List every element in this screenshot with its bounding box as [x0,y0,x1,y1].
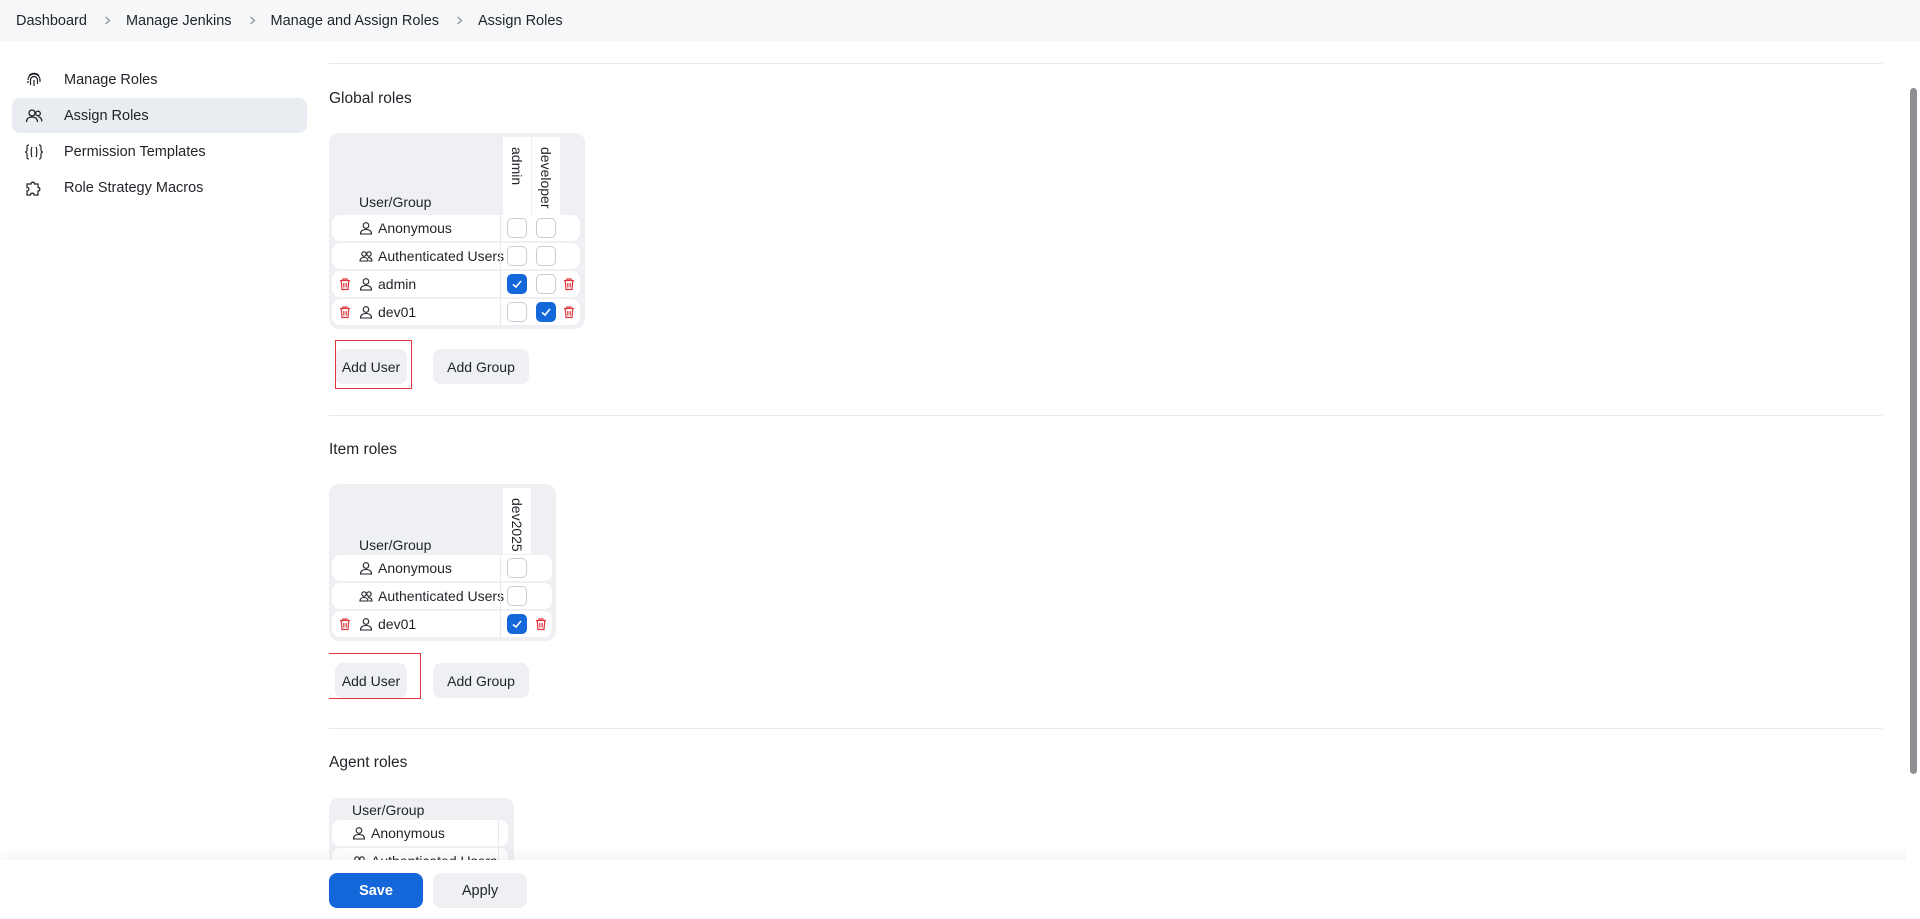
table-row: Anonymous [332,215,580,241]
row-user-name: dev01 [378,616,417,632]
checkbox-authenticated-dev2025[interactable] [507,586,527,606]
row-user-name: admin [378,276,417,292]
highlight-box [329,653,421,699]
user-icon [359,561,373,575]
chevron-right-icon [455,16,464,25]
sidebar-item-label: Role Strategy Macros [64,179,204,196]
puzzle-icon [24,178,44,198]
table-row: Authenticated Users [332,243,580,269]
breadcrumb-dashboard[interactable]: Dashboard [16,13,87,29]
apply-button[interactable]: Apply [433,873,527,908]
table-row: Anonymous [332,820,508,846]
user-icon [359,221,373,235]
global-add-group-button[interactable]: Add Group [433,349,529,384]
sidebar-item-permission-templates[interactable]: Permission Templates [12,134,307,169]
trash-icon[interactable] [562,305,576,319]
checkbox-admin-developer[interactable] [536,274,556,294]
row-user-name: Anonymous [378,220,452,236]
chevron-right-icon [103,16,112,25]
checkbox-dev01-admin[interactable] [507,302,527,322]
row-user-name: dev01 [378,304,417,320]
breadcrumb-manage-jenkins[interactable]: Manage Jenkins [126,13,232,29]
braces-icon [24,142,44,162]
section-title-global-roles: Global roles [329,90,412,107]
sidebar-item-label: Assign Roles [64,107,149,124]
user-icon [359,277,373,291]
sidebar: Manage Roles Assign Roles Permission Tem… [12,62,307,206]
item-add-group-button[interactable]: Add Group [433,663,529,698]
role-header-dev2025: dev2025 [503,488,531,554]
user-icon [352,826,366,840]
role-header-developer: developer [532,137,560,215]
checkbox-dev01-dev2025[interactable] [507,614,527,634]
user-icon [359,305,373,319]
user-icon [359,617,373,631]
sidebar-item-assign-roles[interactable]: Assign Roles [12,98,307,133]
checkbox-admin-admin[interactable] [507,274,527,294]
checkbox-dev01-developer[interactable] [536,302,556,322]
section-title-agent-roles: Agent roles [329,754,408,771]
row-user-name: Anonymous [371,825,445,841]
table-row: admin [332,271,580,297]
checkbox-authenticated-admin[interactable] [507,246,527,266]
agent-roles-table: User/Group Anonymous Authenticated Users [329,798,514,861]
role-header-admin: admin [503,137,531,215]
checkbox-anonymous-developer[interactable] [536,218,556,238]
trash-icon[interactable] [338,617,352,631]
main-content: Global roles User/Group admin developer … [329,41,1882,861]
checkbox-anonymous-admin[interactable] [507,218,527,238]
sidebar-item-role-strategy-macros[interactable]: Role Strategy Macros [12,170,307,205]
sidebar-item-label: Manage Roles [64,71,158,88]
trash-icon[interactable] [338,277,352,291]
checkbox-anonymous-dev2025[interactable] [507,558,527,578]
row-user-name: Authenticated Users [378,588,505,604]
checkbox-authenticated-developer[interactable] [536,246,556,266]
trash-icon[interactable] [534,617,548,631]
breadcrumb-assign-roles[interactable]: Assign Roles [478,13,563,29]
divider [329,63,1882,64]
footer-bar [0,860,1920,919]
global-roles-table: User/Group admin developer Anonymous Aut… [329,133,585,329]
row-user-name: Anonymous [378,560,452,576]
users-icon [24,106,44,126]
sidebar-item-label: Permission Templates [64,143,206,160]
column-header-user-group: User/Group [359,194,432,210]
group-icon [359,249,373,263]
table-row: dev01 [332,299,580,325]
highlight-box [335,340,412,389]
column-header-user-group: User/Group [352,802,425,818]
sidebar-item-manage-roles[interactable]: Manage Roles [12,62,307,97]
item-roles-table: User/Group dev2025 Anonymous Authenticat… [329,484,556,641]
breadcrumb: Dashboard Manage Jenkins Manage and Assi… [0,0,1920,41]
section-title-item-roles: Item roles [329,441,398,458]
group-icon [359,589,373,603]
column-header-user-group: User/Group [359,537,432,553]
save-button[interactable]: Save [329,873,423,908]
table-row: Anonymous [332,555,552,581]
divider [329,415,1882,416]
scrollbar-thumb[interactable] [1910,88,1917,774]
trash-icon[interactable] [562,277,576,291]
chevron-right-icon [248,16,257,25]
row-user-name: Authenticated Users [378,248,505,264]
table-row: dev01 [332,611,552,637]
breadcrumb-manage-assign-roles[interactable]: Manage and Assign Roles [271,13,439,29]
fingerprint-icon [24,70,44,90]
trash-icon[interactable] [338,305,352,319]
divider [329,728,1882,729]
table-row: Authenticated Users [332,583,552,609]
